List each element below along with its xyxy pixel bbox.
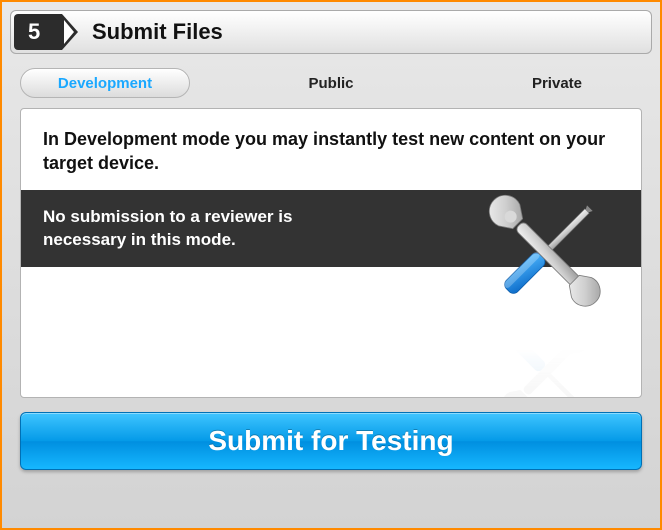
content-panel: In Development mode you may instantly te… bbox=[20, 108, 642, 398]
submit-button-label: Submit for Testing bbox=[208, 425, 453, 457]
tab-label: Public bbox=[308, 75, 353, 92]
tab-label: Private bbox=[532, 75, 582, 92]
tools-icon-reflection bbox=[481, 317, 611, 398]
step-header: 5 Submit Files bbox=[10, 10, 652, 54]
tab-private[interactable]: Private bbox=[472, 68, 642, 98]
tab-development[interactable]: Development bbox=[20, 68, 190, 98]
tab-label: Development bbox=[58, 75, 152, 92]
panel-description: In Development mode you may instantly te… bbox=[21, 109, 641, 190]
wizard-step-panel: 5 Submit Files Development Public Privat… bbox=[0, 0, 662, 530]
tools-icon bbox=[481, 187, 611, 322]
chevron-right-icon bbox=[64, 20, 74, 44]
panel-note-text: No submission to a reviewer is necessary… bbox=[43, 206, 363, 252]
step-number-badge: 5 bbox=[14, 14, 78, 50]
mode-tabs: Development Public Private bbox=[10, 68, 652, 98]
tab-public[interactable]: Public bbox=[246, 68, 416, 98]
submit-for-testing-button[interactable]: Submit for Testing bbox=[20, 412, 642, 470]
step-number: 5 bbox=[14, 14, 62, 50]
step-title: Submit Files bbox=[92, 19, 223, 45]
